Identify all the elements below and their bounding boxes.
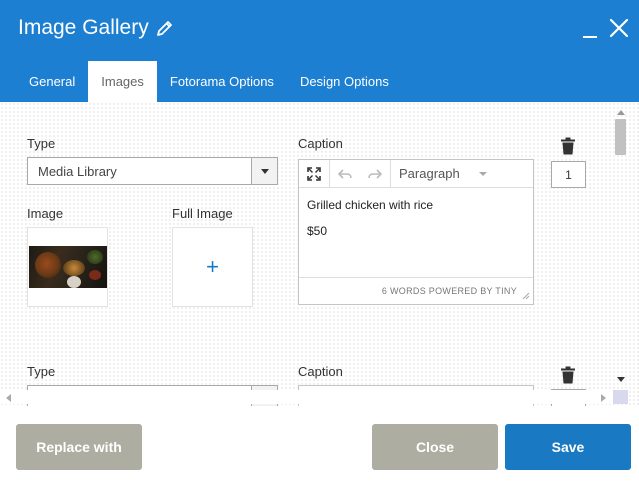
dialog-title: Image Gallery bbox=[18, 16, 175, 40]
tab-fotorama-options[interactable]: Fotorama Options bbox=[157, 61, 287, 102]
word-count-status: 6 WORDS POWERED BY TINY bbox=[381, 285, 517, 296]
pencil-icon[interactable] bbox=[155, 18, 175, 38]
type-label: Type bbox=[27, 364, 56, 379]
editor-toolbar: Paragraph bbox=[299, 160, 533, 188]
close-icon[interactable] bbox=[609, 18, 629, 38]
full-image-label: Full Image bbox=[172, 206, 233, 221]
type-label: Type bbox=[27, 136, 56, 151]
trash-icon[interactable] bbox=[560, 366, 576, 384]
scroll-right-icon[interactable] bbox=[601, 394, 607, 402]
scroll-thumb[interactable] bbox=[615, 119, 626, 155]
image-label: Image bbox=[27, 206, 64, 221]
save-button[interactable]: Save bbox=[505, 424, 631, 470]
tab-bar: General Images Fotorama Options Design O… bbox=[16, 61, 402, 102]
tab-general[interactable]: General bbox=[16, 61, 88, 102]
chevron-down-icon bbox=[479, 172, 487, 176]
caption-label: Caption bbox=[298, 364, 343, 379]
resize-handle-icon[interactable] bbox=[522, 292, 530, 300]
type-select[interactable]: Media Library bbox=[27, 157, 278, 185]
type-select-value: Media Library bbox=[38, 163, 117, 179]
editor-content[interactable]: Grilled chicken with rice $50 bbox=[299, 188, 533, 277]
close-button[interactable]: Close bbox=[372, 424, 498, 470]
replace-with-button[interactable]: Replace with bbox=[16, 424, 142, 470]
scroll-down-icon[interactable] bbox=[617, 377, 625, 383]
images-panel: Type Media Library Image Full Image + Ca… bbox=[0, 102, 639, 406]
plus-icon: + bbox=[206, 254, 219, 279]
caption-label: Caption bbox=[298, 136, 343, 151]
full-image-upload[interactable]: + bbox=[172, 227, 253, 307]
trash-icon[interactable] bbox=[560, 137, 576, 155]
dialog-footer: Replace with Close Save bbox=[0, 406, 639, 482]
order-input[interactable]: 1 bbox=[551, 161, 586, 188]
minimize-icon[interactable] bbox=[583, 36, 597, 38]
redo-icon[interactable] bbox=[360, 160, 390, 187]
format-dropdown-value: Paragraph bbox=[399, 166, 460, 181]
caption-editor: Paragraph Grilled chicken with rice $50 … bbox=[298, 159, 534, 305]
format-dropdown[interactable]: Paragraph bbox=[391, 160, 533, 187]
caption-line: Grilled chicken with rice bbox=[307, 198, 434, 212]
vertical-scrollbar[interactable] bbox=[613, 107, 628, 391]
scroll-up-icon[interactable] bbox=[617, 109, 625, 115]
tab-images[interactable]: Images bbox=[88, 61, 157, 102]
caption-line: $50 bbox=[307, 224, 328, 238]
food-photo bbox=[28, 246, 107, 288]
dialog-header: Image Gallery General Images Fotorama Op… bbox=[0, 0, 639, 102]
editor-statusbar: 6 WORDS POWERED BY TINY bbox=[299, 277, 533, 303]
image-thumbnail[interactable] bbox=[27, 227, 108, 307]
dialog-title-text: Image Gallery bbox=[18, 16, 149, 39]
chevron-down-icon[interactable] bbox=[251, 158, 277, 184]
tab-design-options[interactable]: Design Options bbox=[287, 61, 402, 102]
fullscreen-icon[interactable] bbox=[299, 160, 329, 187]
order-value: 1 bbox=[565, 167, 572, 182]
scroll-left-icon[interactable] bbox=[5, 394, 11, 402]
undo-icon[interactable] bbox=[330, 160, 360, 187]
horizontal-scrollbar[interactable] bbox=[0, 390, 613, 404]
scrollbar-corner bbox=[613, 390, 628, 404]
